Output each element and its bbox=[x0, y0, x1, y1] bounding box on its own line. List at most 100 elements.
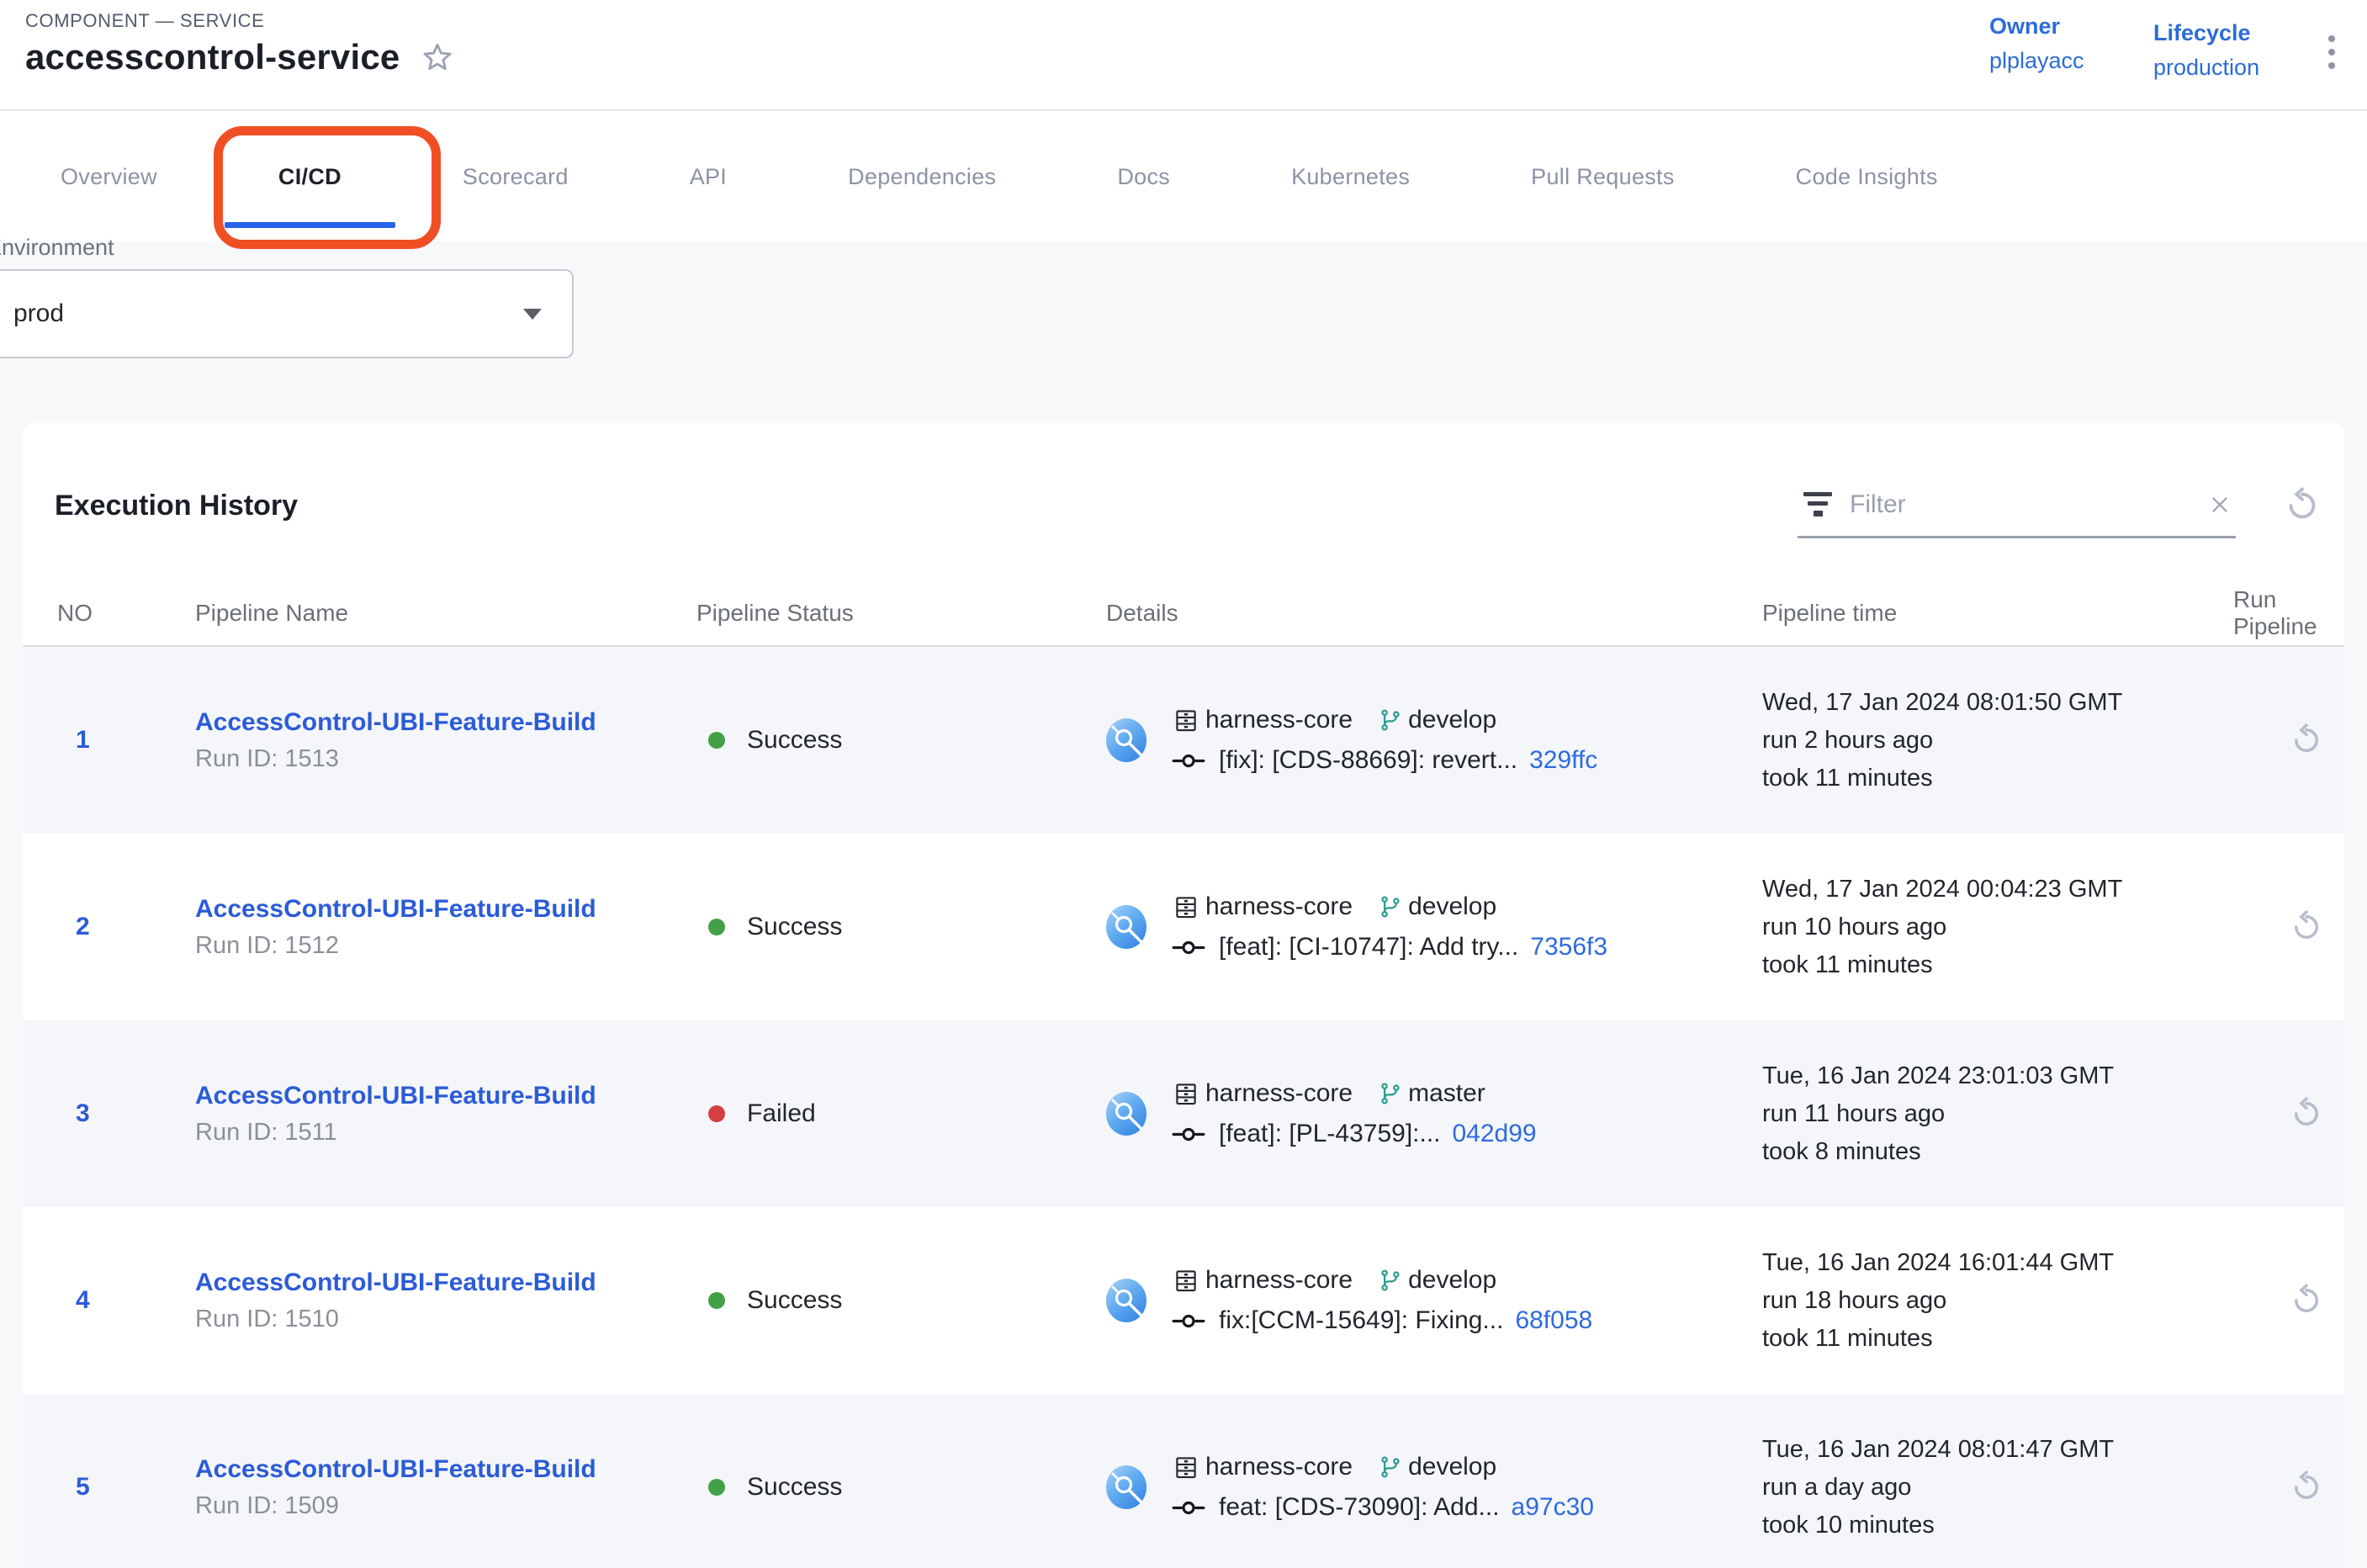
section-title: Execution History bbox=[55, 490, 298, 522]
pipeline-name-link[interactable]: AccessControl-UBI-Feature-Build bbox=[195, 1455, 696, 1484]
run-pipeline-button[interactable] bbox=[2289, 1283, 2324, 1318]
lifecycle-value: production bbox=[2153, 55, 2259, 81]
commit-message: [feat]: [PL-43759]:... bbox=[1219, 1120, 1441, 1148]
filter-icon bbox=[1801, 492, 1835, 516]
breadcrumb: COMPONENT — SERVICE bbox=[25, 10, 264, 32]
repo-name: harness-core bbox=[1205, 893, 1353, 921]
run-id: Run ID: 1513 bbox=[195, 745, 696, 773]
repo-name: harness-core bbox=[1205, 706, 1353, 734]
commit-message: [feat]: [CI-10747]: Add try... bbox=[1219, 933, 1518, 961]
table-row: 3 AccessControl-UBI-Feature-Build Run ID… bbox=[23, 1020, 2344, 1207]
commit-message: feat: [CDS-73090]: Add... bbox=[1219, 1493, 1500, 1522]
environment-selected-value: prod bbox=[13, 299, 523, 328]
tab-bar: Overview CI/CD Scorecard API Dependencie… bbox=[0, 113, 2367, 241]
status-label: Success bbox=[747, 726, 842, 755]
repository-icon bbox=[1172, 1079, 1200, 1108]
refresh-icon[interactable] bbox=[2283, 486, 2322, 525]
row-number: 4 bbox=[23, 1286, 195, 1315]
tab-scorecard[interactable]: Scorecard bbox=[402, 113, 629, 241]
run-pipeline-button[interactable] bbox=[2289, 723, 2324, 758]
tab-api[interactable]: API bbox=[629, 113, 787, 241]
status-dot bbox=[708, 1479, 725, 1496]
commit-message: [fix]: [CDS-88669]: revert... bbox=[1219, 746, 1517, 775]
owner-meta: Owner plplayacc bbox=[1989, 13, 2084, 74]
git-commit-icon bbox=[1172, 1496, 1205, 1520]
run-id: Run ID: 1511 bbox=[195, 1119, 696, 1147]
repo-name: harness-core bbox=[1205, 1453, 1353, 1481]
pipeline-execution-icon bbox=[1106, 1279, 1146, 1322]
pipeline-name-link[interactable]: AccessControl-UBI-Feature-Build bbox=[195, 1269, 696, 1297]
lifecycle-label: Lifecycle bbox=[2153, 20, 2259, 46]
pipeline-execution-icon bbox=[1106, 1092, 1146, 1136]
table-row: 1 AccessControl-UBI-Feature-Build Run ID… bbox=[23, 647, 2344, 834]
row-number: 1 bbox=[23, 726, 195, 755]
run-id: Run ID: 1512 bbox=[195, 932, 696, 960]
pipeline-execution-icon bbox=[1106, 718, 1146, 762]
repository-icon bbox=[1172, 1266, 1200, 1295]
run-id: Run ID: 1509 bbox=[195, 1492, 696, 1520]
tab-kubernetes[interactable]: Kubernetes bbox=[1231, 113, 1470, 241]
commit-hash-link[interactable]: a97c30 bbox=[1512, 1493, 1594, 1522]
tab-overview[interactable]: Overview bbox=[0, 113, 218, 241]
table-header: NO Pipeline Name Pipeline Status Details… bbox=[23, 581, 2344, 647]
branch-name: master bbox=[1408, 1079, 1485, 1108]
column-pipeline-time: Pipeline time bbox=[1762, 600, 2233, 627]
commit-hash-link[interactable]: 042d99 bbox=[1453, 1120, 1537, 1148]
pipeline-execution-icon bbox=[1106, 1465, 1146, 1509]
commit-hash-link[interactable]: 68f058 bbox=[1515, 1306, 1592, 1335]
pipeline-name-link[interactable]: AccessControl-UBI-Feature-Build bbox=[195, 895, 696, 924]
tab-pull-requests[interactable]: Pull Requests bbox=[1470, 113, 1735, 241]
page-title: accesscontrol-service bbox=[25, 37, 400, 77]
row-number: 5 bbox=[23, 1473, 195, 1502]
repository-icon bbox=[1172, 706, 1200, 734]
git-commit-icon bbox=[1172, 1122, 1205, 1147]
git-commit-icon bbox=[1172, 1309, 1205, 1333]
component-service-page: COMPONENT — SERVICE accesscontrol-servic… bbox=[0, 0, 2367, 1568]
environment-dropdown[interactable]: prod bbox=[0, 269, 574, 358]
owner-label: Owner bbox=[1989, 13, 2084, 40]
chevron-down-icon bbox=[523, 309, 542, 320]
pipeline-time: Wed, 17 Jan 2024 00:04:23 GMT run 10 hou… bbox=[1762, 871, 2233, 984]
table-row: 5 AccessControl-UBI-Feature-Build Run ID… bbox=[23, 1394, 2344, 1568]
filter-field bbox=[1798, 473, 2236, 538]
tab-code-insights[interactable]: Code Insights bbox=[1735, 113, 1999, 241]
status-dot bbox=[708, 919, 725, 935]
repo-name: harness-core bbox=[1205, 1079, 1353, 1108]
column-no: NO bbox=[23, 600, 195, 627]
run-pipeline-button[interactable] bbox=[2289, 1096, 2324, 1131]
page-header: COMPONENT — SERVICE accesscontrol-servic… bbox=[0, 0, 2367, 111]
run-pipeline-button[interactable] bbox=[2289, 1470, 2324, 1505]
git-branch-icon bbox=[1378, 1081, 1403, 1106]
status-dot bbox=[708, 1105, 725, 1122]
branch-name: develop bbox=[1408, 893, 1496, 921]
git-branch-icon bbox=[1378, 1454, 1403, 1480]
git-commit-icon bbox=[1172, 935, 1205, 960]
filter-input[interactable] bbox=[1850, 490, 2192, 519]
git-commit-icon bbox=[1172, 749, 1205, 773]
status-dot bbox=[708, 1292, 725, 1309]
more-options-icon[interactable] bbox=[2328, 35, 2335, 69]
tab-dependencies[interactable]: Dependencies bbox=[787, 113, 1056, 241]
favorite-star-icon[interactable] bbox=[420, 40, 455, 75]
column-details: Details bbox=[1106, 600, 1762, 627]
pipeline-name-link[interactable]: AccessControl-UBI-Feature-Build bbox=[195, 1082, 696, 1110]
repository-icon bbox=[1172, 1453, 1200, 1481]
owner-link[interactable]: plplayacc bbox=[1989, 48, 2084, 74]
repository-icon bbox=[1172, 893, 1200, 921]
pipeline-name-link[interactable]: AccessControl-UBI-Feature-Build bbox=[195, 708, 696, 737]
tab-cicd[interactable]: CI/CD bbox=[218, 113, 402, 241]
run-pipeline-button[interactable] bbox=[2289, 909, 2324, 945]
repo-name: harness-core bbox=[1205, 1266, 1353, 1295]
branch-name: develop bbox=[1408, 706, 1496, 734]
status-label: Failed bbox=[747, 1099, 816, 1128]
git-branch-icon bbox=[1378, 1268, 1403, 1293]
table-row: 2 AccessControl-UBI-Feature-Build Run ID… bbox=[23, 834, 2344, 1020]
status-dot bbox=[708, 732, 725, 749]
tab-docs[interactable]: Docs bbox=[1056, 113, 1231, 241]
clear-filter-icon[interactable] bbox=[2207, 492, 2232, 517]
commit-hash-link[interactable]: 329ffc bbox=[1529, 746, 1597, 775]
pipeline-time: Tue, 16 Jan 2024 16:01:44 GMT run 18 hou… bbox=[1762, 1244, 2233, 1358]
commit-hash-link[interactable]: 7356f3 bbox=[1530, 933, 1607, 961]
branch-name: develop bbox=[1408, 1453, 1496, 1481]
pipeline-time: Tue, 16 Jan 2024 08:01:47 GMT run a day … bbox=[1762, 1431, 2233, 1544]
